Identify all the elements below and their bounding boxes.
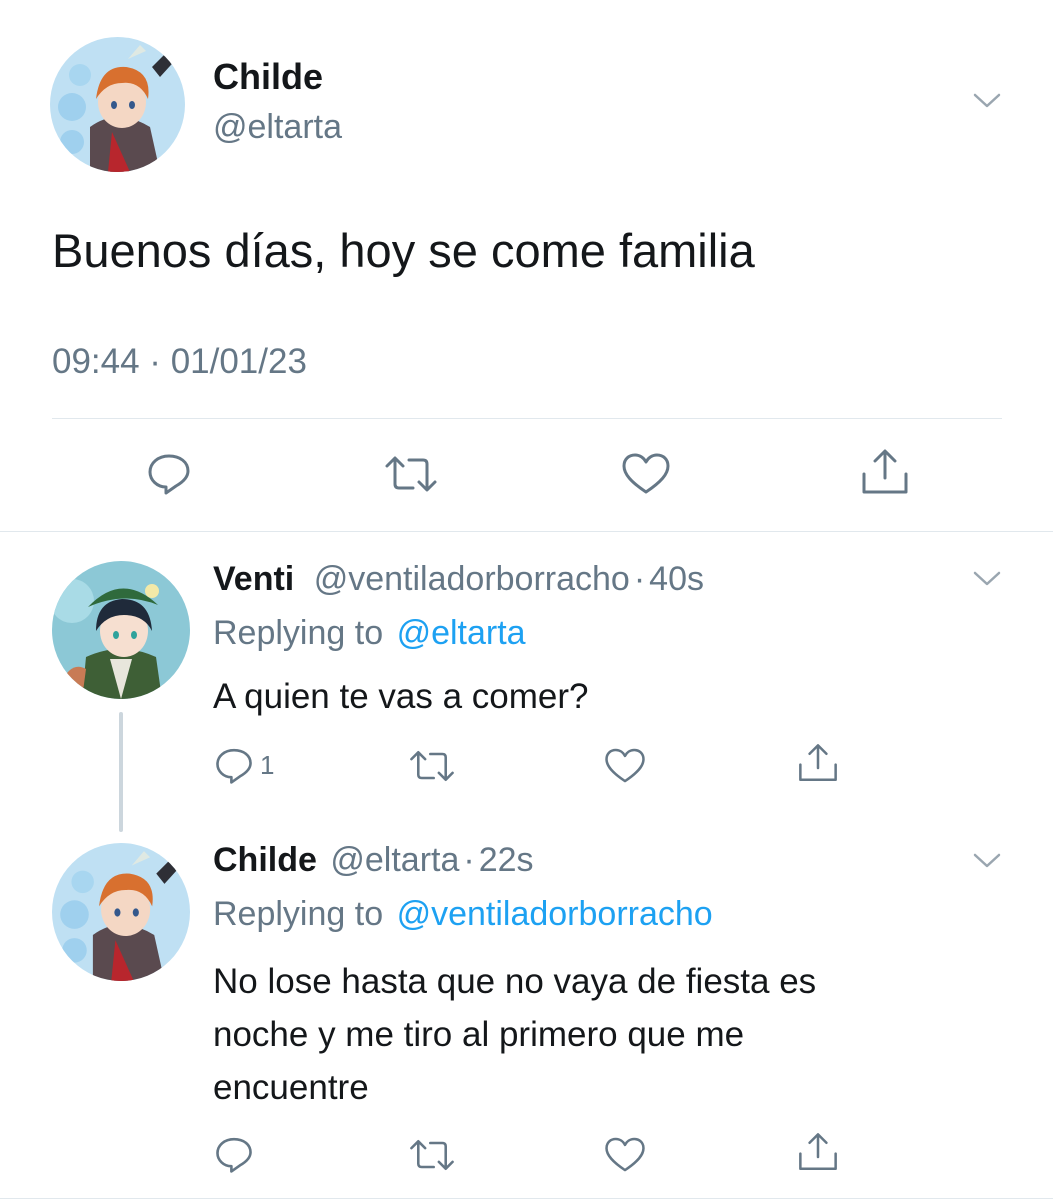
reply-separator: · xyxy=(633,560,646,598)
reply-text-line: encuentre xyxy=(213,1068,369,1107)
childe-avatar-image xyxy=(52,843,190,981)
like-icon[interactable] xyxy=(621,452,671,496)
chevron-down-icon[interactable] xyxy=(972,850,1002,870)
childe-avatar-image xyxy=(50,37,185,172)
reply-icon[interactable] xyxy=(214,1134,256,1174)
retweet-icon[interactable] xyxy=(383,452,439,496)
venti-avatar-image xyxy=(52,561,190,699)
reply-avatar[interactable] xyxy=(52,561,190,699)
reply-text-line: No lose hasta que no vaya de fiesta es xyxy=(213,962,817,1001)
replying-to-label: Replying to xyxy=(213,614,384,652)
reply-count: 1 xyxy=(260,749,275,780)
reply-header: Venti @ventiladorborracho · 40s xyxy=(213,558,704,600)
reply-handle[interactable]: @eltarta xyxy=(330,841,459,879)
share-icon[interactable] xyxy=(860,448,910,496)
section-divider xyxy=(0,531,1053,532)
bottom-divider xyxy=(0,1198,1053,1199)
reply-handle[interactable]: @ventiladorborracho xyxy=(314,560,630,598)
reply-text: No lose hasta que no vaya de fiesta es n… xyxy=(213,955,993,1114)
reply-avatar[interactable] xyxy=(52,843,190,981)
reply-text-line: noche y me tiro al primero que me xyxy=(213,1015,745,1054)
reply-icon[interactable] xyxy=(146,450,196,496)
main-tweet-timestamp: 09:44 · 01/01/23 xyxy=(52,342,307,381)
retweet-icon[interactable] xyxy=(408,1136,456,1174)
main-tweet-text: Buenos días, hoy se come familia xyxy=(52,224,755,277)
like-icon[interactable] xyxy=(604,1136,646,1174)
share-icon[interactable] xyxy=(797,742,839,784)
chevron-down-icon[interactable] xyxy=(972,568,1002,588)
main-tweet-handle[interactable]: @eltarta xyxy=(213,108,342,146)
like-icon[interactable] xyxy=(604,747,646,785)
replying-to-link[interactable]: @eltarta xyxy=(397,614,526,652)
reply-display-name[interactable]: Venti xyxy=(213,560,294,598)
thread-line xyxy=(119,712,123,832)
replying-to-link[interactable]: @ventiladorborracho xyxy=(397,895,713,933)
reply-context: Replying to @eltarta xyxy=(213,612,526,654)
reply-icon[interactable]: 1 xyxy=(214,745,284,785)
reply-separator: · xyxy=(463,841,475,879)
replying-to-label: Replying to xyxy=(213,895,384,933)
main-tweet-avatar[interactable] xyxy=(50,37,185,172)
reply-context: Replying to @ventiladorborracho xyxy=(213,893,713,935)
retweet-icon[interactable] xyxy=(408,747,456,785)
main-tweet-divider xyxy=(52,418,1002,419)
main-tweet-display-name[interactable]: Childe xyxy=(213,57,323,97)
share-icon[interactable] xyxy=(797,1131,839,1173)
reply-text: A quien te vas a comer? xyxy=(213,677,589,716)
chevron-down-icon[interactable] xyxy=(972,90,1002,110)
reply-display-name[interactable]: Childe xyxy=(213,841,317,879)
reply-age: 22s xyxy=(478,841,534,879)
reply-age: 40s xyxy=(649,560,704,598)
reply-header: Childe @eltarta · 22s xyxy=(213,839,534,881)
